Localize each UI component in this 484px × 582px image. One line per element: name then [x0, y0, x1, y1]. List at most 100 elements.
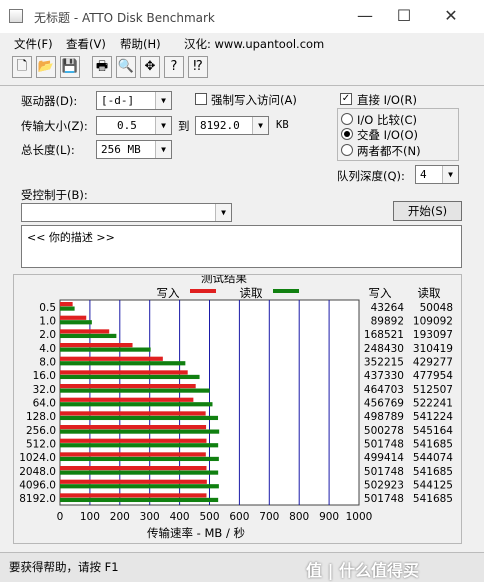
write-value-label: 248430	[364, 343, 404, 355]
move-icon[interactable]: ✥	[140, 56, 160, 78]
chevron-down-icon: ▼	[155, 141, 171, 158]
transfer-size-label: 传输大小(Z):	[21, 119, 88, 133]
x-tick-label: 1000	[346, 511, 373, 523]
y-tick-label: 64.0	[33, 398, 56, 410]
queue-depth-label: 队列深度(Q):	[337, 169, 405, 183]
x-tick-label: 600	[229, 511, 249, 523]
menu-view[interactable]: 查看(V)	[66, 36, 106, 52]
read-value-label: 512507	[413, 384, 453, 396]
print-preview-icon[interactable]: 🔍	[116, 56, 136, 78]
write-value-label: 498789	[364, 411, 404, 423]
menu-file[interactable]: 文件(F)	[14, 36, 53, 52]
kb-unit-label: KB	[276, 119, 289, 131]
y-tick-label: 4.0	[39, 343, 56, 355]
menu-localization[interactable]: 汉化: www.upantool.com	[184, 36, 324, 52]
transfer-min-value: 0.5	[117, 119, 137, 132]
menu-help[interactable]: 帮助(H)	[120, 36, 161, 52]
write-bar	[60, 425, 207, 430]
force-write-checkbox[interactable]	[195, 93, 207, 105]
y-tick-label: 8.0	[39, 357, 56, 369]
y-tick-label: 16.0	[33, 370, 56, 382]
watermark-logo: 值 | 什么值得买	[306, 561, 419, 580]
write-value-label: 502923	[364, 480, 404, 492]
read-bar	[60, 306, 75, 311]
y-tick-label: 128.0	[26, 411, 56, 423]
write-value-label: 464703	[364, 384, 404, 396]
write-bar	[60, 329, 110, 334]
write-bar	[60, 370, 188, 375]
neither-label: 两者都不(N)	[357, 144, 421, 158]
x-axis-label: 传输速率 - MB / 秒	[147, 526, 245, 540]
read-value-label: 544125	[413, 480, 453, 492]
chevron-down-icon: ▼	[252, 117, 268, 134]
write-bar	[60, 411, 206, 416]
read-bar	[60, 456, 219, 462]
transfer-min-select[interactable]: 0.5 ▼	[96, 116, 172, 135]
y-tick-label: 0.5	[39, 302, 56, 314]
description-field[interactable]: << 你的描述 >>	[21, 225, 462, 268]
transfer-max-select[interactable]: 8192.0 ▼	[195, 116, 269, 135]
context-help-icon[interactable]: ⁉	[188, 56, 208, 78]
neither-radio[interactable]	[341, 144, 353, 156]
write-bar	[60, 479, 207, 484]
new-file-icon[interactable]: 🗋	[12, 56, 32, 78]
y-tick-label: 1.0	[39, 316, 56, 328]
transfer-max-value: 8192.0	[200, 119, 240, 132]
maximize-button[interactable]: ☐	[389, 4, 419, 28]
description-text: << 你的描述 >>	[27, 231, 115, 244]
drive-select[interactable]: [-d-] ▼	[96, 91, 172, 110]
minimize-button[interactable]: —	[350, 4, 380, 28]
read-value-label: 522241	[413, 398, 453, 410]
print-icon[interactable]: 🖶	[92, 56, 112, 78]
total-length-select[interactable]: 256 MB ▼	[96, 140, 172, 159]
write-value-label: 43264	[371, 302, 405, 314]
read-value-label: 109092	[413, 316, 453, 328]
read-bar	[60, 497, 219, 503]
write-bar	[60, 397, 194, 402]
y-tick-label: 2.0	[39, 329, 56, 341]
read-bar	[60, 374, 200, 380]
overlapped-io-radio[interactable]	[341, 128, 353, 140]
write-bar	[60, 466, 207, 471]
read-bar	[60, 443, 219, 448]
y-tick-label: 2048.0	[19, 466, 56, 478]
total-length-value: 256 MB	[101, 143, 141, 156]
write-value-label: 89892	[371, 316, 404, 328]
read-value-label: 541685	[413, 439, 453, 451]
close-button[interactable]: ✕	[436, 4, 466, 28]
start-button[interactable]: 开始(S)	[393, 201, 462, 221]
read-value-label: 310419	[413, 343, 453, 355]
window-title: 无标题 - ATTO Disk Benchmark	[34, 11, 215, 25]
read-bar	[60, 470, 219, 475]
io-compare-radio[interactable]	[341, 113, 353, 125]
queue-depth-select[interactable]: 4 ▼	[415, 165, 459, 184]
io-compare-label: I/O 比较(C)	[357, 113, 417, 127]
x-tick-label: 300	[140, 511, 160, 523]
save-disk-icon[interactable]: 💾	[60, 56, 80, 78]
x-tick-label: 700	[259, 511, 279, 523]
write-bar	[60, 384, 196, 389]
y-tick-label: 1024.0	[19, 452, 56, 464]
write-value-label: 501748	[364, 466, 404, 478]
overlapped-io-label: 交叠 I/O(O)	[357, 128, 418, 142]
write-bar	[60, 343, 133, 348]
read-bar	[60, 333, 117, 339]
read-value-label: 50048	[420, 302, 453, 314]
read-bar	[60, 429, 220, 434]
read-legend-label: 读取	[240, 286, 263, 300]
results-chart: 测试结果 写入 读取 写入 读取 传输速率 - MB / 秒 0 100 200 30…	[19, 275, 453, 540]
write-bar	[60, 452, 206, 457]
read-column-header: 读取	[418, 286, 441, 300]
help-icon[interactable]: ?	[164, 56, 184, 78]
app-window: 无标题 - ATTO Disk Benchmark — ☐ ✕ 文件(F) 查看…	[0, 0, 484, 582]
write-bar	[60, 302, 73, 307]
open-folder-icon[interactable]: 📂	[36, 56, 56, 78]
read-value-label: 477954	[413, 370, 453, 382]
read-value-label: 545164	[413, 425, 453, 437]
x-tick-label: 400	[170, 511, 190, 523]
direct-io-checkbox[interactable]: ✓	[340, 93, 352, 105]
controlled-by-select[interactable]: ▼	[21, 203, 232, 222]
queue-depth-value: 4	[420, 168, 427, 181]
x-tick-label: 500	[199, 511, 219, 523]
menu-bar: 文件(F) 查看(V) 帮助(H) 汉化: www.upantool.com	[0, 33, 484, 53]
